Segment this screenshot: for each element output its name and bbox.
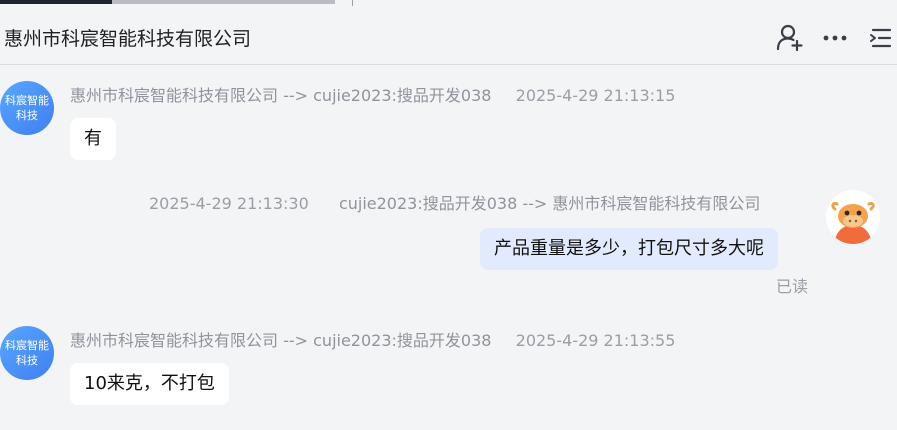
message-route: 惠州市科宸智能科技有限公司 --> cujie2023:搜品开发038 bbox=[70, 86, 492, 105]
message-bubble[interactable]: 产品重量是多少，打包尺寸多大呢 bbox=[480, 228, 778, 270]
message-time: 2025-4-29 21:13:15 bbox=[515, 86, 676, 105]
cow-avatar-icon bbox=[826, 190, 880, 244]
divider bbox=[352, 0, 353, 6]
message-text: 产品重量是多少，打包尺寸多大呢 bbox=[494, 238, 764, 259]
message-bubble[interactable]: 10来克，不打包 bbox=[70, 363, 229, 405]
chat-header: 惠州市科宸智能科技有限公司 bbox=[0, 8, 897, 65]
menu-icon[interactable] bbox=[866, 22, 896, 52]
message-meta: 2025-4-29 21:13:30 cujie2023:搜品开发038 -->… bbox=[149, 190, 760, 214]
chat-title: 惠州市科宸智能科技有限公司 bbox=[4, 28, 252, 50]
message-text: 有 bbox=[84, 128, 102, 149]
tab-indicator bbox=[0, 0, 112, 4]
tab-strip bbox=[112, 0, 335, 4]
add-contact-icon[interactable] bbox=[774, 22, 804, 52]
user-avatar[interactable] bbox=[826, 190, 880, 244]
contact-avatar[interactable]: 科宸智能科技 bbox=[0, 81, 54, 135]
more-icon[interactable] bbox=[820, 22, 850, 52]
message-meta: 惠州市科宸智能科技有限公司 --> cujie2023:搜品开发038 2025… bbox=[70, 327, 675, 351]
message-route: 惠州市科宸智能科技有限公司 --> cujie2023:搜品开发038 bbox=[70, 331, 492, 350]
message-time: 2025-4-29 21:13:30 bbox=[149, 194, 309, 213]
contact-avatar[interactable]: 科宸智能科技 bbox=[0, 326, 54, 380]
top-strip bbox=[0, 0, 897, 6]
message-route: cujie2023:搜品开发038 --> 惠州市科宸智能科技有限公司 bbox=[338, 194, 761, 213]
read-status: 已读 bbox=[776, 277, 809, 296]
message-bubble[interactable]: 有 bbox=[70, 118, 116, 160]
message-meta: 惠州市科宸智能科技有限公司 --> cujie2023:搜品开发038 2025… bbox=[70, 82, 675, 106]
message-time: 2025-4-29 21:13:55 bbox=[515, 331, 676, 350]
message-text: 10来克，不打包 bbox=[84, 373, 215, 394]
